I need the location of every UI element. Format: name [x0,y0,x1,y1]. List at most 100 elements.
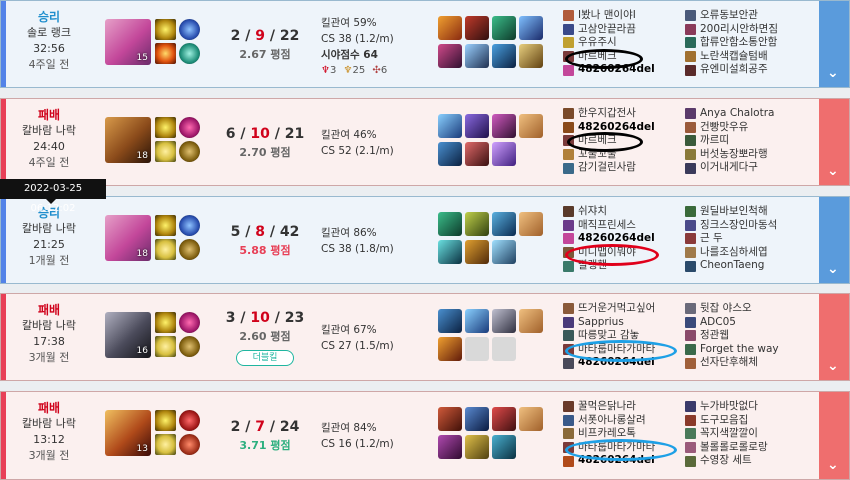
mark-spell-icon[interactable] [155,434,176,455]
player-row[interactable]: 징크스장인마동석 [685,219,805,233]
player-row[interactable]: 비프카레오톡 [563,427,683,441]
champion-portrait[interactable]: 18 [105,117,151,163]
player-row[interactable]: Forget the way [685,343,805,357]
item-icon[interactable] [465,407,489,431]
item-icon[interactable] [438,212,462,236]
rune-secondary-icon[interactable] [179,239,200,260]
item-icon[interactable] [465,44,489,68]
item-icon[interactable] [438,309,462,333]
item-icon[interactable] [465,16,489,40]
item-icon[interactable] [492,16,516,40]
item-icon[interactable] [465,309,489,333]
expand-button[interactable]: ⌄ [819,1,849,87]
player-row[interactable]: 수영장 세트 [685,454,805,468]
flash-spell-icon[interactable] [155,19,176,40]
item-icon[interactable] [492,212,516,236]
time-ago[interactable]: 4주일 전 [9,155,89,171]
player-row[interactable]: CheonTaeng [685,259,805,273]
item-icon[interactable] [519,44,543,68]
player-row[interactable]: 이거내게다구 [685,161,805,175]
player-row[interactable]: 쉬쟈치 [563,205,683,219]
item-icon[interactable] [438,16,462,40]
player-row[interactable]: 건빵맛우유 [685,121,805,135]
player-row[interactable]: 노란색캡슐텀배 [685,50,805,64]
item-icon[interactable] [519,407,543,431]
item-icon[interactable] [465,212,489,236]
rune-primary-icon[interactable] [179,215,200,236]
player-row[interactable]: 볼롤롤로롤로랑 [685,441,805,455]
rune-primary-icon[interactable] [179,312,200,333]
player-row[interactable]: 유엔미설희공주 [685,63,805,77]
rune-primary-icon[interactable] [179,117,200,138]
flash-spell-icon[interactable] [155,410,176,431]
player-row[interactable]: 마르베크 [563,50,683,64]
player-row[interactable]: 꿀먹은닭나라 [563,400,683,414]
player-row[interactable]: 오류동보안관 [685,9,805,23]
item-icon[interactable] [465,114,489,138]
item-icon[interactable] [519,309,543,333]
item-icon[interactable] [438,240,462,264]
player-row[interactable]: Anya Chalotra [685,107,805,121]
item-icon[interactable] [438,142,462,166]
player-row[interactable]: 한우지갑전사 [563,107,683,121]
item-icon[interactable] [465,142,489,166]
item-icon[interactable] [438,114,462,138]
player-row[interactable]: 까르띠 [685,134,805,148]
item-icon[interactable] [492,407,516,431]
item-icon[interactable] [519,212,543,236]
player-row[interactable]: 버섯농장뽀라행 [685,148,805,162]
rune-secondary-icon[interactable] [179,336,200,357]
player-row[interactable]: 합류안함소통안함 [685,36,805,50]
champion-portrait[interactable]: 15 [105,19,151,65]
item-icon[interactable] [438,337,462,361]
match-card[interactable]: 패배 칼바람 나락 13:12 3개월 전 13 2 / 7 / 24 3.71… [0,391,850,480]
time-ago[interactable]: 3개월 전 [9,350,89,366]
player-row[interactable]: 뜨거운거먹고싶어 [563,302,683,316]
item-icon[interactable] [492,114,516,138]
expand-button[interactable]: ⌄ [819,197,849,283]
rune-secondary-icon[interactable] [179,141,200,162]
time-ago[interactable]: 1개월 전 [9,253,89,269]
ignite-spell-icon[interactable] [155,43,176,64]
player-row[interactable]: 빨랭핸 [563,259,683,273]
rune-secondary-icon[interactable] [179,43,200,64]
item-icon[interactable] [492,240,516,264]
match-card[interactable]: 패배 칼바람 나락 24:40 4주일 전 18 6 / 10 / 21 2.7… [0,98,850,186]
player-row[interactable]: 나를조심하세엽 [685,246,805,260]
time-ago[interactable]: 3개월 전 [9,448,89,464]
match-card[interactable]: 패배 칼바람 나락 17:38 3개월 전 16 3 / 10 / 23 2.6… [0,293,850,381]
mark-spell-icon[interactable] [155,336,176,357]
time-ago[interactable]: 4주일 전 [9,57,89,73]
player-row-self[interactable]: 48260264del [563,63,683,77]
expand-button[interactable]: ⌄ [819,99,849,185]
expand-button[interactable]: ⌄ [819,294,849,380]
rune-primary-icon[interactable] [179,410,200,431]
match-card[interactable]: 승리 칼바람 나락 21:25 1개월 전 18 5 / 8 / 42 5.88… [0,196,850,284]
rune-primary-icon[interactable] [179,19,200,40]
mark-spell-icon[interactable] [155,141,176,162]
player-row[interactable]: 꼭지색깔깔이 [685,427,805,441]
item-icon[interactable] [438,407,462,431]
item-icon[interactable] [465,435,489,459]
champion-portrait[interactable]: 16 [105,312,151,358]
champion-portrait[interactable]: 18 [105,215,151,261]
item-icon[interactable] [492,142,516,166]
item-icon[interactable] [492,309,516,333]
player-row[interactable]: 따릉맞고 감놓 [563,329,683,343]
item-icon[interactable] [465,240,489,264]
player-row[interactable]: 마르베크 [563,134,683,148]
player-row[interactable]: 우유주시 [563,36,683,50]
champion-portrait[interactable]: 13 [105,410,151,456]
item-icon[interactable] [519,114,543,138]
player-row[interactable]: I봤나 맨이야I [563,9,683,23]
player-row[interactable]: ADC05 [685,316,805,330]
match-card[interactable]: 승리 솔로 랭크 32:56 4주일 전 15 2 / 9 / 22 2.67 … [0,0,850,88]
player-row[interactable]: 원딜바보인척해 [685,205,805,219]
expand-button[interactable]: ⌄ [819,392,849,479]
player-row[interactable]: 마타룹마타가마타 [563,343,683,357]
player-row[interactable]: 고삼안끝라끔 [563,23,683,37]
item-icon[interactable] [519,16,543,40]
player-row[interactable]: 감기걸린사람 [563,161,683,175]
player-row[interactable]: 누가바맛없다 [685,400,805,414]
item-icon[interactable] [492,44,516,68]
